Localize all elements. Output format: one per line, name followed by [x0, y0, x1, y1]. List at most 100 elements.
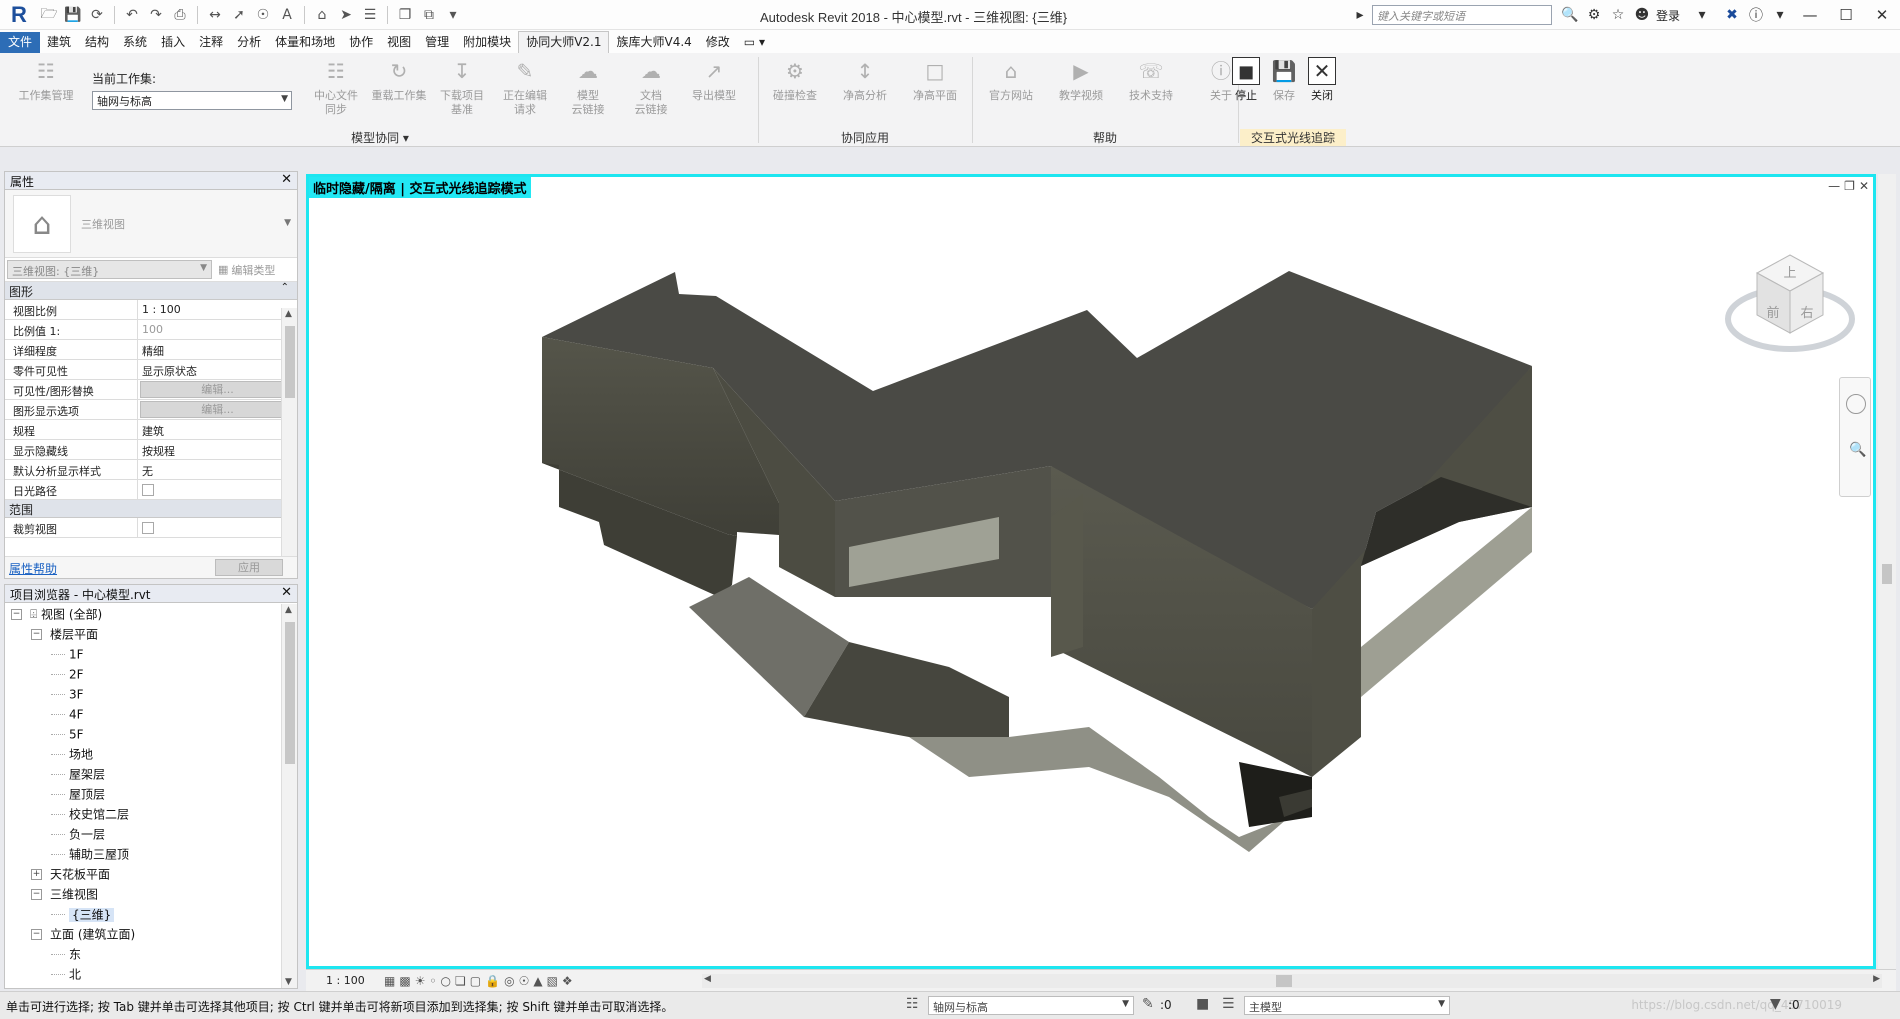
tab-2[interactable]: 结构 — [78, 32, 116, 53]
apply-button[interactable]: 应用 — [215, 559, 283, 576]
tab-5[interactable]: 注释 — [192, 32, 230, 53]
dimension-icon[interactable]: ➚ — [228, 4, 250, 26]
scroll-up-icon[interactable]: ▲ — [285, 309, 292, 319]
browser-item[interactable]: 5F — [5, 724, 281, 744]
analytical-icon[interactable]: ▲ — [533, 974, 542, 988]
minimize-button[interactable]: — — [1792, 0, 1828, 30]
browser-item[interactable]: 3F — [5, 684, 281, 704]
browser-scrollbar[interactable]: ▲ ▼ — [281, 604, 297, 988]
filter-icon[interactable]: ▼ — [1770, 996, 1781, 1012]
property-value[interactable]: 100 — [138, 320, 297, 339]
checkbox[interactable] — [142, 484, 154, 496]
sun-path-icon[interactable]: ☀ — [415, 974, 426, 988]
open-icon[interactable]: 🗁 — [38, 4, 60, 26]
close-icon[interactable]: ✕ — [281, 172, 292, 187]
edit-button[interactable]: 编辑... — [140, 381, 295, 398]
tab-6[interactable]: 分析 — [230, 32, 268, 53]
tab-11[interactable]: 附加模块 — [456, 32, 518, 53]
scroll-thumb[interactable] — [285, 326, 295, 398]
edit-type-button[interactable]: ▦ 编辑类型 — [218, 262, 275, 278]
star-icon[interactable]: ☆ — [1606, 3, 1630, 27]
render-icon[interactable]: ○ — [441, 974, 451, 988]
tab-10[interactable]: 管理 — [418, 32, 456, 53]
group1-button-0[interactable]: ☷ 中心文件 同步 — [306, 57, 366, 117]
group4-button-2[interactable]: ✕ 关闭 — [1302, 57, 1342, 103]
subscription-icon[interactable]: ⚙ — [1582, 3, 1606, 27]
group-graphics[interactable]: 图形 ⌃ — [5, 282, 297, 300]
browser-item[interactable]: 1F — [5, 644, 281, 664]
group1-button-1[interactable]: ↻ 重载工作集 — [369, 57, 429, 103]
3d-view-icon[interactable]: ⌂ — [311, 4, 333, 26]
tab-12[interactable]: 协同大师V2.1 — [518, 31, 610, 53]
checkbox[interactable] — [142, 522, 154, 534]
property-value[interactable]: 编辑... — [138, 380, 297, 399]
property-value[interactable] — [138, 480, 297, 499]
close-icon[interactable]: ✕ — [281, 585, 292, 600]
browser-item[interactable]: 北 — [5, 964, 281, 984]
browser-item[interactable]: 屋顶层 — [5, 784, 281, 804]
save-icon[interactable]: 💾 — [62, 4, 84, 26]
collapse-icon[interactable]: − — [31, 929, 42, 940]
status-model-select[interactable]: 主模型 ▼ — [1244, 996, 1450, 1015]
section-icon[interactable]: ➤ — [335, 4, 357, 26]
editable-only-icon[interactable]: ✎ — [1142, 996, 1154, 1012]
property-row[interactable]: 默认分析显示样式无 — [5, 460, 297, 480]
scroll-up-icon[interactable]: ▲ — [285, 605, 292, 615]
property-value[interactable]: 按规程 — [138, 440, 297, 459]
browser-item[interactable]: 场地 — [5, 744, 281, 764]
tab-4[interactable]: 插入 — [154, 32, 192, 53]
collapse-icon[interactable]: − — [31, 889, 42, 900]
browser-item[interactable]: − ⌹ 视图 (全部) — [5, 604, 281, 624]
shadows-icon[interactable]: ◦ — [429, 974, 436, 988]
property-row[interactable]: 日光路径 — [5, 480, 297, 500]
redo-icon[interactable]: ↷ — [145, 4, 167, 26]
browser-item[interactable]: 4F — [5, 704, 281, 724]
group1-button-3[interactable]: ✎ 正在编辑 请求 — [495, 57, 555, 117]
browser-item[interactable]: 屋架层 — [5, 764, 281, 784]
text-icon[interactable]: A — [276, 4, 298, 26]
visual-style-icon[interactable]: ▩ — [399, 974, 410, 988]
group2-button-0[interactable]: ⚙ 碰撞检查 — [765, 57, 825, 103]
group2-button-1[interactable]: ↕ 净高分析 — [835, 57, 895, 103]
browser-item[interactable]: 负一层 — [5, 824, 281, 844]
workset-manage-button[interactable]: ☷ 工作集管理 — [14, 57, 78, 103]
property-row[interactable]: 零件可见性 显示原状态 — [5, 360, 297, 380]
property-row[interactable]: 视图比例 1 : 100 — [5, 300, 297, 320]
undo-icon[interactable]: ↶ — [121, 4, 143, 26]
sync-icon[interactable]: ⟳ — [86, 4, 108, 26]
browser-item[interactable]: − 立面 (建筑立面) — [5, 924, 281, 944]
panel-title-model-collab[interactable]: 模型协同 ▾ — [330, 129, 430, 146]
group3-button-0[interactable]: ⌂ 官方网站 — [981, 57, 1041, 103]
temp-hide-icon[interactable]: ◎ — [504, 974, 514, 988]
property-value[interactable]: 1 : 100 — [138, 300, 297, 319]
collapse-icon[interactable]: − — [31, 629, 42, 640]
tab-1[interactable]: 建筑 — [40, 32, 78, 53]
group2-button-2[interactable]: □ 净高平面 — [905, 57, 965, 103]
steering-wheel-icon[interactable] — [1846, 394, 1866, 414]
tab-9[interactable]: 视图 — [380, 32, 418, 53]
property-value[interactable]: 显示原状态 — [138, 360, 297, 379]
group4-button-1[interactable]: 💾 保存 — [1264, 57, 1304, 103]
3d-view-canvas[interactable]: 临时隐藏/隔离 | 交互式光线追踪模式 — ❐ ✕ 上 前 右 🔍 — [306, 174, 1876, 969]
browser-item[interactable]: 辅助三屋顶 — [5, 844, 281, 864]
property-row[interactable]: 比例值 1: 100 — [5, 320, 297, 340]
constraints-icon[interactable]: ❖ — [562, 974, 573, 988]
expand-icon[interactable]: + — [31, 869, 42, 880]
tag-icon[interactable]: ☉ — [252, 4, 274, 26]
measure-icon[interactable]: ↔ — [204, 4, 226, 26]
workset-status-icon[interactable]: ☷ — [906, 996, 919, 1012]
scroll-right-icon[interactable]: ▶ — [1873, 974, 1880, 984]
detail-level-icon[interactable]: ▦ — [384, 974, 395, 988]
browser-item[interactable]: 校史馆二层 — [5, 804, 281, 824]
app-logo[interactable]: R — [6, 2, 32, 28]
view-horizontal-scrollbar[interactable]: ◀ ▶ — [702, 974, 1882, 988]
browser-item[interactable]: {三维} — [5, 904, 281, 924]
property-value[interactable]: 精细 — [138, 340, 297, 359]
group1-button-6[interactable]: ↗ 导出模型 — [684, 57, 744, 103]
binoculars-icon[interactable]: 🔍 — [1558, 3, 1582, 27]
print-icon[interactable]: ⎙ — [169, 4, 191, 26]
browser-item[interactable]: 东 — [5, 944, 281, 964]
browser-item[interactable]: 2F — [5, 664, 281, 684]
view-vertical-scrollbar[interactable] — [1878, 174, 1896, 969]
property-value[interactable]: 建筑 — [138, 420, 297, 439]
